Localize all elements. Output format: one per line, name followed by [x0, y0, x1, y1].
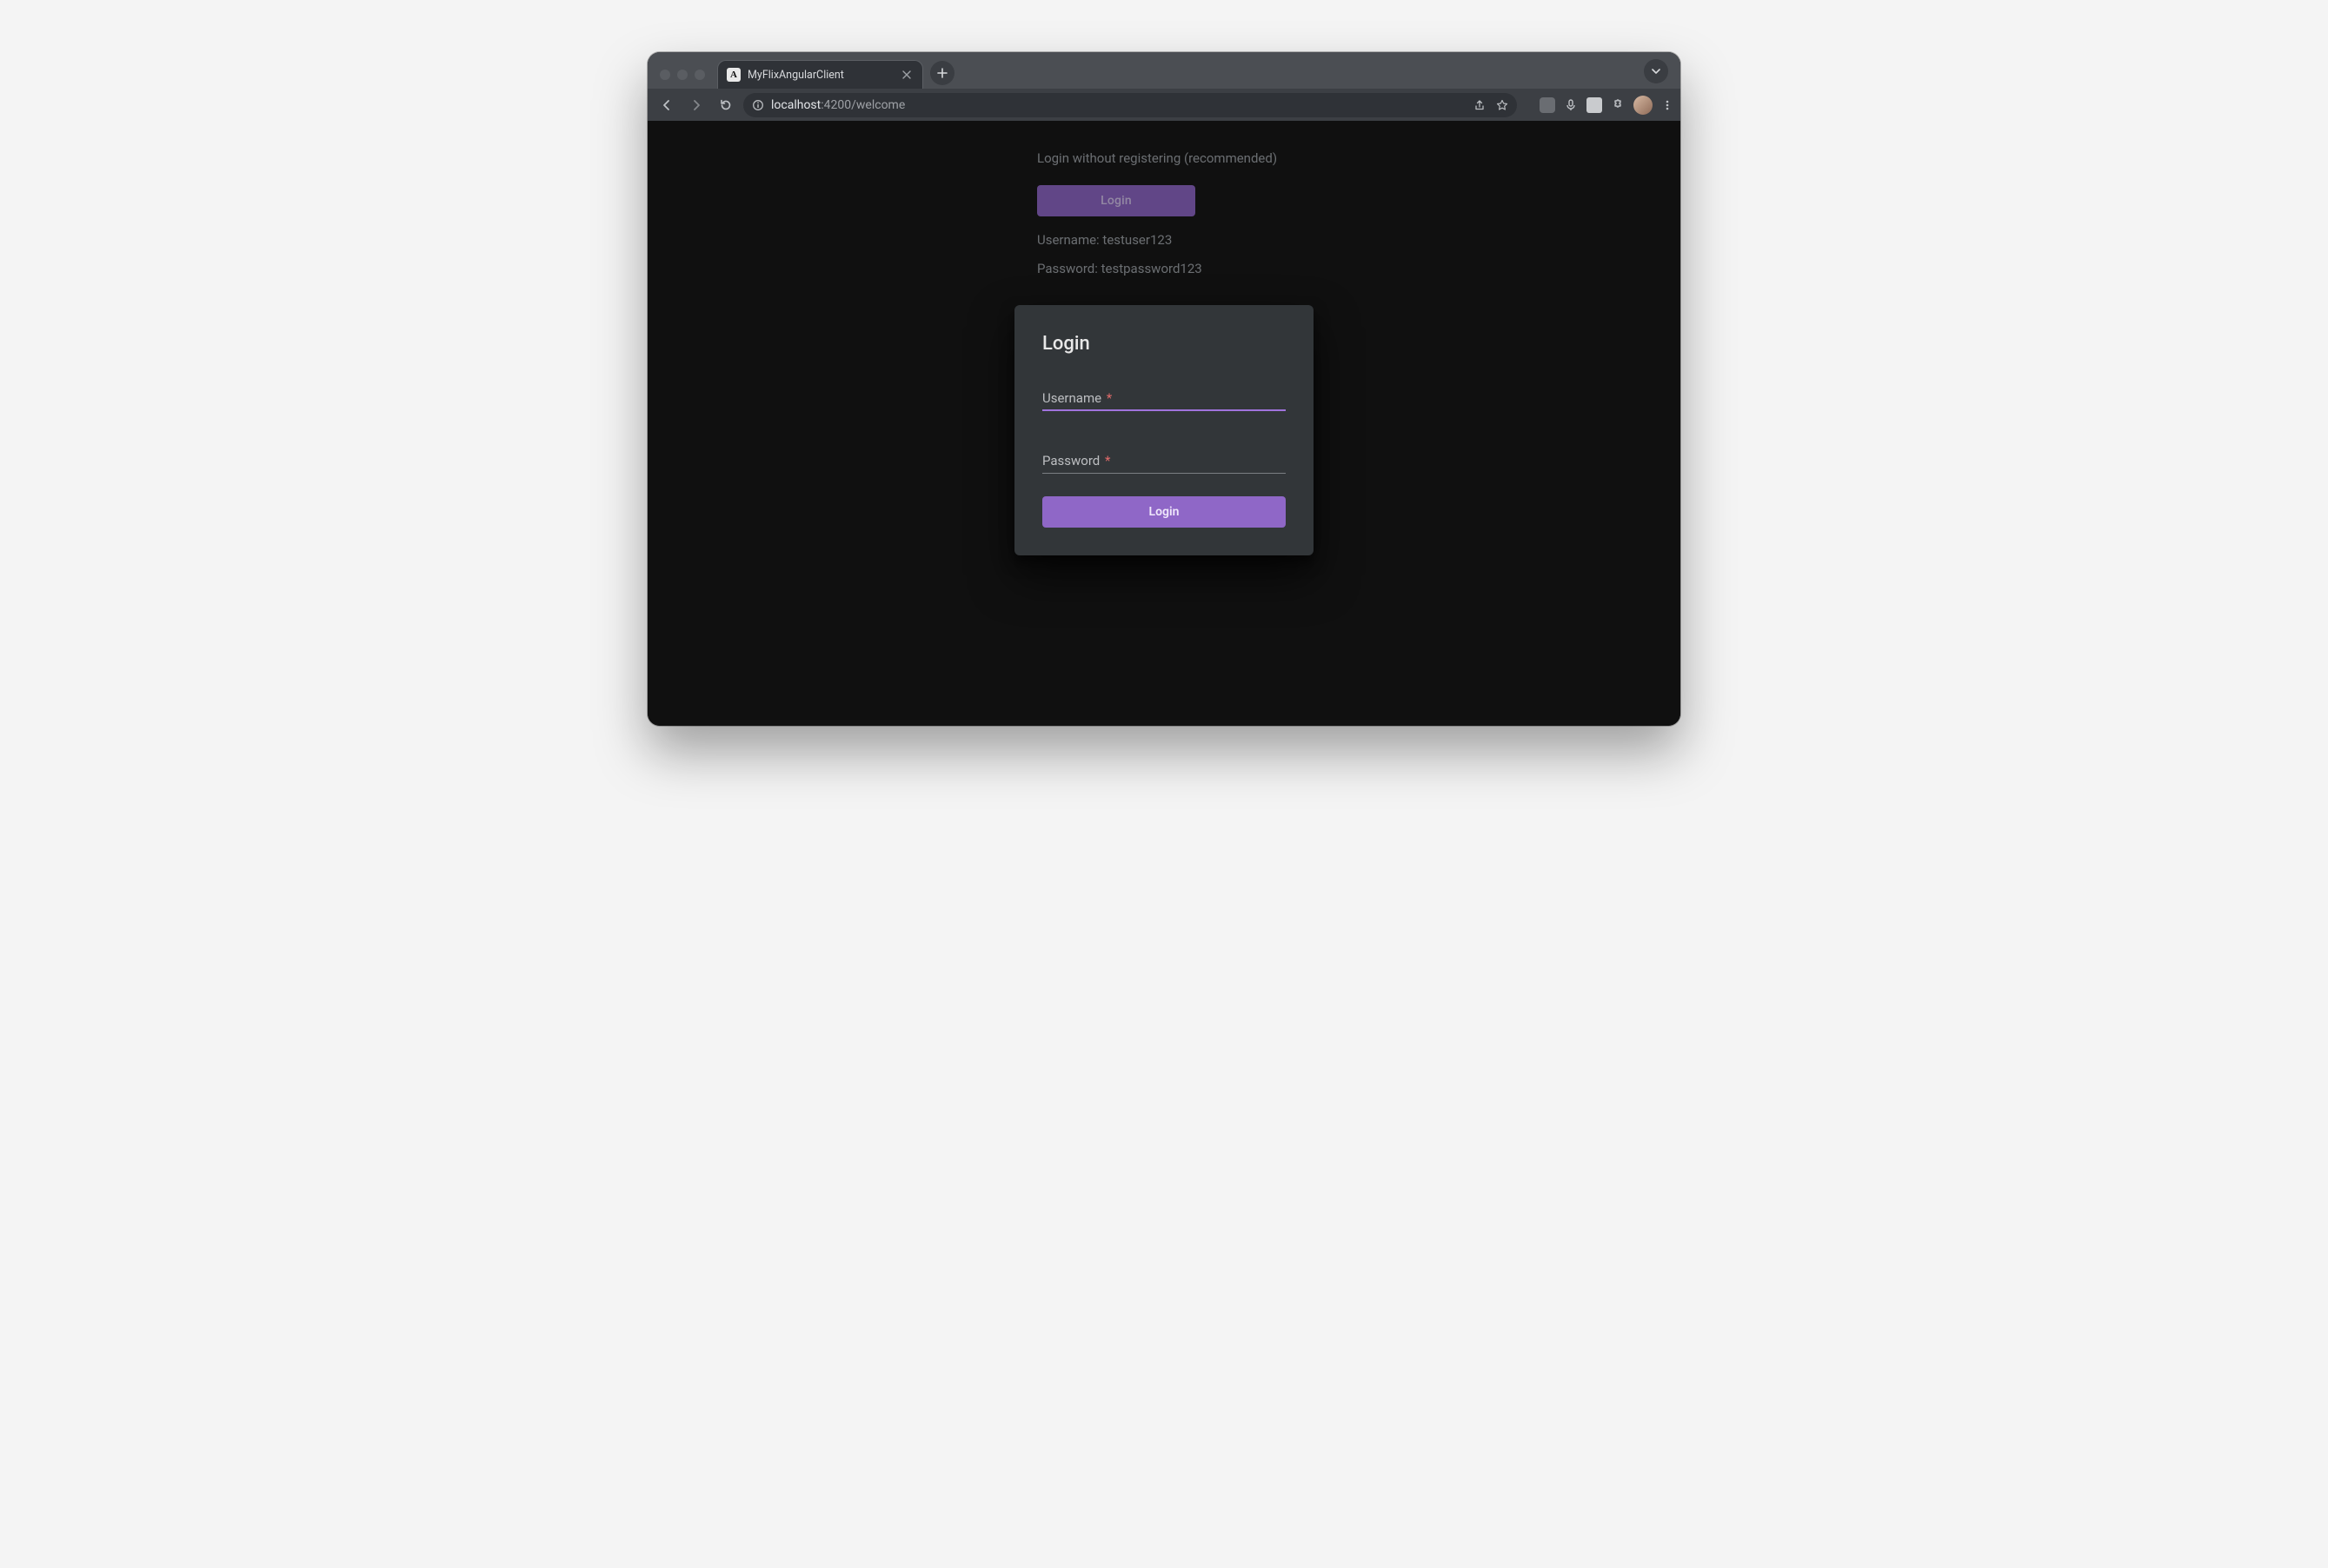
new-tab-button[interactable] [930, 61, 954, 85]
window-controls [648, 70, 717, 89]
extension-notion-icon[interactable] [1586, 97, 1602, 113]
username-field[interactable]: Username * [1042, 370, 1286, 411]
nav-back-button[interactable] [655, 93, 679, 117]
tab-title: MyFlixAngularClient [748, 69, 844, 82]
bookmark-star-icon[interactable] [1496, 99, 1508, 111]
address-bar[interactable]: localhost:4200/welcome [743, 93, 1517, 117]
extension-icon[interactable] [1540, 97, 1555, 113]
window-zoom-dot[interactable] [695, 70, 705, 80]
page-viewport: Login without registering (recommended) … [648, 121, 1680, 726]
extension-mic-icon[interactable] [1564, 98, 1578, 112]
username-input[interactable] [1042, 389, 1286, 409]
profile-avatar[interactable] [1633, 96, 1653, 115]
password-input[interactable] [1042, 453, 1286, 473]
browser-window: A MyFlixAngularClient [648, 52, 1680, 726]
url-path: :4200/welcome [821, 98, 905, 112]
share-icon[interactable] [1473, 99, 1486, 111]
window-close-dot[interactable] [660, 70, 670, 80]
browser-toolbar: localhost:4200/welcome [648, 89, 1680, 121]
tab-favicon: A [727, 68, 741, 82]
login-submit-button[interactable]: Login [1042, 496, 1286, 528]
site-info-icon[interactable] [752, 99, 764, 111]
dialog-title: Login [1042, 333, 1286, 355]
tabs-dropdown-button[interactable] [1644, 59, 1668, 83]
nav-forward-button[interactable] [684, 93, 708, 117]
toolbar-extensions [1540, 96, 1673, 115]
url-text: localhost:4200/welcome [771, 98, 905, 112]
tab-strip: A MyFlixAngularClient [648, 52, 1680, 89]
tab-close-icon[interactable] [900, 68, 914, 82]
login-dialog: Login Username * Password * [1014, 305, 1314, 555]
url-host: localhost [771, 98, 821, 112]
nav-reload-button[interactable] [714, 93, 738, 117]
kebab-menu-icon[interactable] [1661, 99, 1673, 111]
password-field[interactable]: Password * [1042, 434, 1286, 474]
extensions-puzzle-icon[interactable] [1611, 98, 1625, 112]
browser-tab[interactable]: A MyFlixAngularClient [717, 60, 923, 89]
modal-scrim[interactable]: Login Username * Password * [648, 121, 1680, 726]
window-minimize-dot[interactable] [677, 70, 688, 80]
